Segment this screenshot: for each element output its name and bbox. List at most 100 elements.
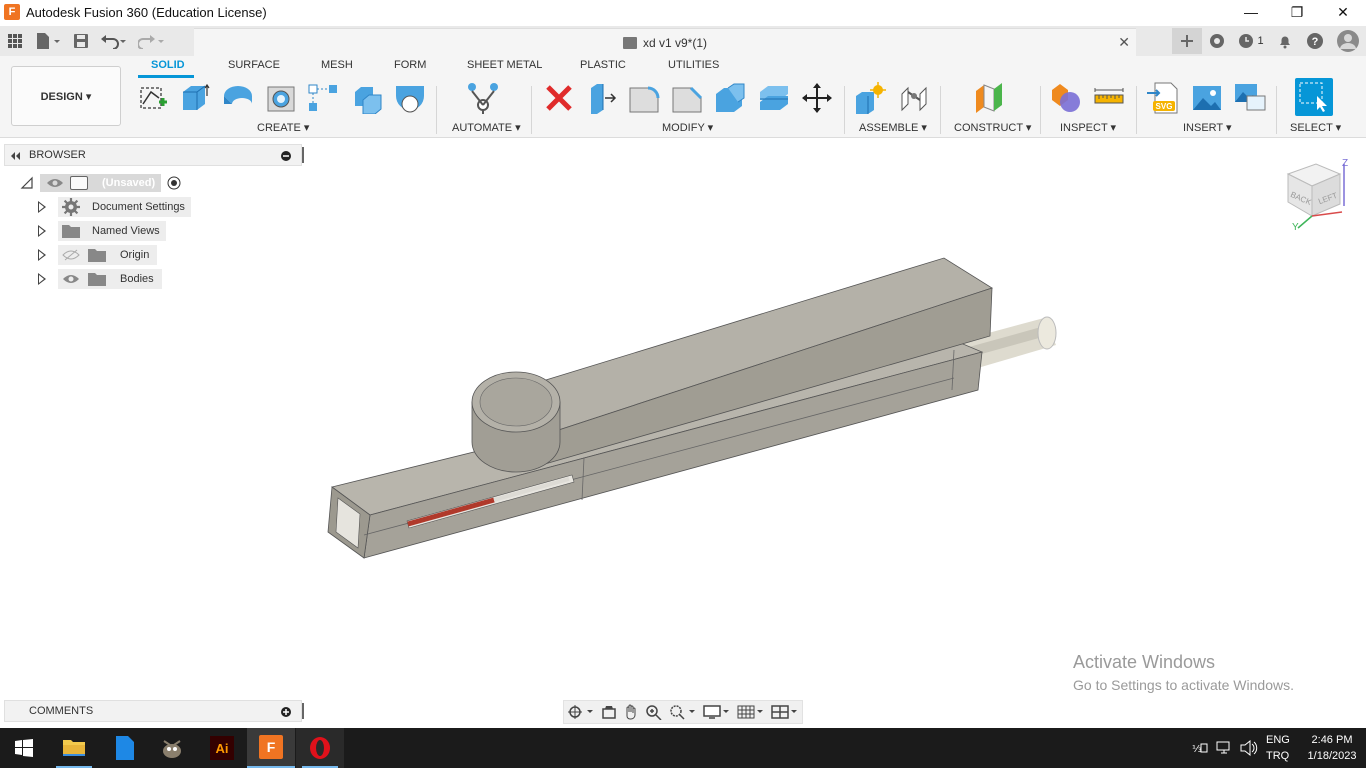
new-component-icon[interactable] <box>853 81 887 115</box>
combine-icon[interactable] <box>350 81 384 115</box>
data-panel-grid-icon[interactable] <box>2 28 28 54</box>
tab-solid[interactable]: SOLID <box>151 59 185 71</box>
insert-menu[interactable]: INSERT ▾ <box>1183 121 1232 134</box>
select-icon[interactable] <box>1295 78 1333 116</box>
construct-menu[interactable]: CONSTRUCT ▾ <box>954 121 1031 134</box>
activate-radio-icon[interactable] <box>167 176 181 190</box>
zoom-window-icon[interactable] <box>669 704 697 720</box>
measure-icon[interactable] <box>1092 81 1126 115</box>
viewports-icon[interactable] <box>771 704 799 720</box>
tab-surface[interactable]: SURFACE <box>228 59 280 71</box>
canvas-viewport[interactable] <box>304 140 1366 726</box>
extrude-icon[interactable] <box>178 81 212 115</box>
select-menu[interactable]: SELECT ▾ <box>1290 121 1341 134</box>
inspect-menu[interactable]: INSPECT ▾ <box>1060 121 1116 134</box>
expand-arrow-icon[interactable] <box>38 249 46 261</box>
fusion360-taskbar[interactable]: F <box>247 728 295 768</box>
help-icon[interactable]: ? <box>1300 28 1330 54</box>
grid-settings-icon[interactable] <box>737 704 765 720</box>
offset-plane-icon[interactable] <box>972 81 1006 115</box>
canvas-image-icon[interactable] <box>1190 81 1224 115</box>
save-icon[interactable] <box>68 28 94 54</box>
tab-sheet-metal[interactable]: SHEET METAL <box>467 59 542 71</box>
tree-item-origin[interactable]: Origin <box>38 245 158 265</box>
ime-icon[interactable]: ⅓ <box>1192 741 1208 755</box>
job-status-clock-icon[interactable]: 1 <box>1232 28 1270 54</box>
decal-icon[interactable] <box>1233 81 1267 115</box>
orbit-icon[interactable] <box>567 704 595 720</box>
hidden-eye-icon[interactable] <box>62 249 80 261</box>
tree-root-unsaved[interactable]: (Unsaved) <box>20 173 181 193</box>
expand-arrow-icon[interactable] <box>38 201 46 213</box>
opera-taskbar[interactable] <box>296 728 344 768</box>
restore-button[interactable]: ❐ <box>1274 0 1320 24</box>
create-sketch-icon[interactable] <box>136 81 170 115</box>
insert-svg-icon[interactable]: SVG <box>1147 81 1181 115</box>
create-form-icon[interactable] <box>393 81 427 115</box>
tree-item-document-settings[interactable]: Document Settings <box>38 197 191 217</box>
notepad-taskbar[interactable] <box>100 728 148 768</box>
tab-plastic[interactable]: PLASTIC <box>580 59 626 71</box>
network-icon[interactable] <box>1216 741 1234 755</box>
assemble-menu[interactable]: ASSEMBLE ▾ <box>859 121 927 134</box>
revolve-icon[interactable] <box>221 81 255 115</box>
create-menu[interactable]: CREATE ▾ <box>257 121 309 134</box>
interference-icon[interactable] <box>1049 81 1083 115</box>
pan-hand-icon[interactable] <box>623 704 639 720</box>
expand-arrow-icon[interactable] <box>38 273 46 285</box>
pattern-icon[interactable] <box>306 81 340 115</box>
tab-utilities[interactable]: UTILITIES <box>668 59 719 71</box>
zoom-icon[interactable] <box>645 704 663 720</box>
axis-z-label: Z <box>1342 158 1349 169</box>
modify-menu[interactable]: MODIFY ▾ <box>662 121 713 134</box>
fillet-icon[interactable] <box>627 81 661 115</box>
viewcube[interactable]: BACK LEFT Z Y <box>1280 158 1356 234</box>
gimp-icon <box>163 740 181 758</box>
tree-item-named-views[interactable]: Named Views <box>38 221 166 241</box>
volume-icon[interactable] <box>1240 740 1258 756</box>
illustrator-taskbar[interactable]: Ai <box>198 728 246 768</box>
document-tab[interactable]: xd v1 v9*(1) ✕ <box>194 28 1136 56</box>
expand-arrow-icon[interactable] <box>38 225 46 237</box>
redo-icon[interactable] <box>134 28 170 54</box>
gimp-taskbar[interactable] <box>148 728 196 768</box>
panel-resize-handle[interactable] <box>302 703 304 719</box>
notifications-bell-icon[interactable] <box>1270 28 1300 54</box>
tree-item-bodies[interactable]: Bodies <box>38 269 162 289</box>
add-comment-icon[interactable] <box>281 707 291 717</box>
close-window-button[interactable]: ✕ <box>1320 0 1366 24</box>
new-tab-plus-icon[interactable] <box>1172 28 1202 54</box>
collapse-triangle-icon[interactable] <box>20 176 34 190</box>
user-avatar[interactable] <box>1330 28 1366 54</box>
collapse-panel-icon[interactable] <box>9 152 21 160</box>
tab-mesh[interactable]: MESH <box>321 59 353 71</box>
chamfer-icon[interactable] <box>670 81 704 115</box>
automate-menu[interactable]: AUTOMATE ▾ <box>452 121 521 134</box>
file-explorer-taskbar[interactable] <box>50 728 98 768</box>
close-tab-icon[interactable]: ✕ <box>1118 34 1130 51</box>
file-menu-icon[interactable] <box>30 28 66 54</box>
move-copy-icon[interactable] <box>800 81 834 115</box>
display-settings-icon[interactable] <box>703 704 731 720</box>
hole-icon[interactable] <box>264 81 298 115</box>
shell-icon[interactable] <box>713 81 747 115</box>
clock[interactable]: 2:46 PM 1/18/2023 <box>1302 732 1362 764</box>
visibility-eye-icon[interactable] <box>62 273 80 285</box>
visibility-eye-icon[interactable] <box>46 177 64 189</box>
split-face-icon[interactable] <box>757 81 791 115</box>
3d-model-canvas[interactable] <box>304 140 1366 726</box>
press-pull-icon[interactable] <box>584 81 618 115</box>
automate-icon[interactable] <box>466 81 500 115</box>
browser-options-icon[interactable] <box>281 151 291 161</box>
minimize-button[interactable]: — <box>1228 0 1274 24</box>
look-at-icon[interactable] <box>601 704 617 720</box>
input-language[interactable]: ENG TRQ <box>1266 732 1298 764</box>
delete-x-icon[interactable] <box>542 81 576 115</box>
workspace-switcher-button[interactable]: DESIGN ▾ <box>11 66 121 126</box>
gear-icon <box>62 198 80 216</box>
start-button[interactable] <box>0 728 48 768</box>
undo-icon[interactable] <box>96 28 132 54</box>
tab-form[interactable]: FORM <box>394 59 426 71</box>
joint-icon[interactable] <box>897 81 931 115</box>
extensions-icon[interactable] <box>1202 28 1232 54</box>
